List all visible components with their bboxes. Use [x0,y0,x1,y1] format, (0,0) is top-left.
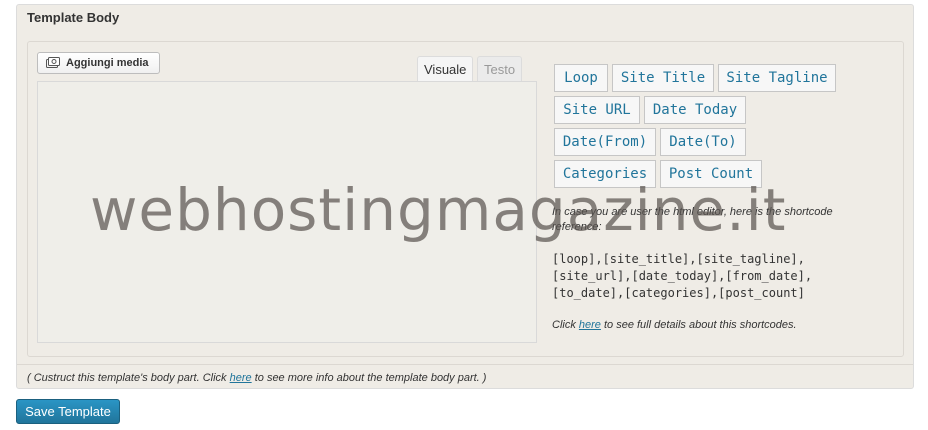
shortcode-button-categories[interactable]: Categories [554,160,656,188]
page: Template Body ( Custruct this template's… [0,0,928,430]
footer-note-suffix: to see more info about the template body… [251,372,487,384]
shortcode-button-date-to[interactable]: Date(To) [660,128,746,156]
details-suffix: to see full details about this shortcode… [600,319,797,331]
shortcode-button-date-from[interactable]: Date(From) [554,128,656,156]
tab-visual[interactable]: Visuale [417,56,474,82]
shortcode-details-link[interactable]: here [579,319,601,331]
add-media-button[interactable]: Aggiungi media [37,52,160,74]
shortcode-details-note: Click here to see full details about thi… [552,319,797,331]
shortcode-reference-line: [site_url],[date_today],[from_date], [552,269,813,283]
footer-divider [17,364,913,365]
shortcode-button-date-today[interactable]: Date Today [644,96,746,124]
shortcode-button-site-tagline[interactable]: Site Tagline [718,64,836,92]
camera-icon [46,57,60,68]
postbox-title: Template Body [27,10,120,25]
add-media-label: Aggiungi media [66,57,149,69]
shortcode-button-site-title[interactable]: Site Title [612,64,714,92]
editor-content-area[interactable] [37,81,537,343]
save-template-button[interactable]: Save Template [16,399,120,424]
shortcode-reference-line: [loop],[site_title],[site_tagline], [552,252,805,266]
footer-more-info-link[interactable]: here [230,372,252,384]
footer-note: ( Custruct this template's body part. Cl… [27,372,486,384]
shortcode-reference-list: [loop],[site_title],[site_tagline], [sit… [552,251,892,302]
shortcode-reference-line: [to_date],[categories],[post_count] [552,286,805,300]
tab-text[interactable]: Testo [477,56,523,82]
footer-note-prefix: ( Custruct this template's body part. Cl… [27,372,230,384]
shortcode-button-site-url[interactable]: Site URL [554,96,640,124]
shortcode-reference-note: In case you are user the html editor, he… [552,206,833,233]
shortcode-button-loop[interactable]: Loop [554,64,608,92]
details-prefix: Click [552,319,579,331]
shortcode-button-post-count[interactable]: Post Count [660,160,762,188]
